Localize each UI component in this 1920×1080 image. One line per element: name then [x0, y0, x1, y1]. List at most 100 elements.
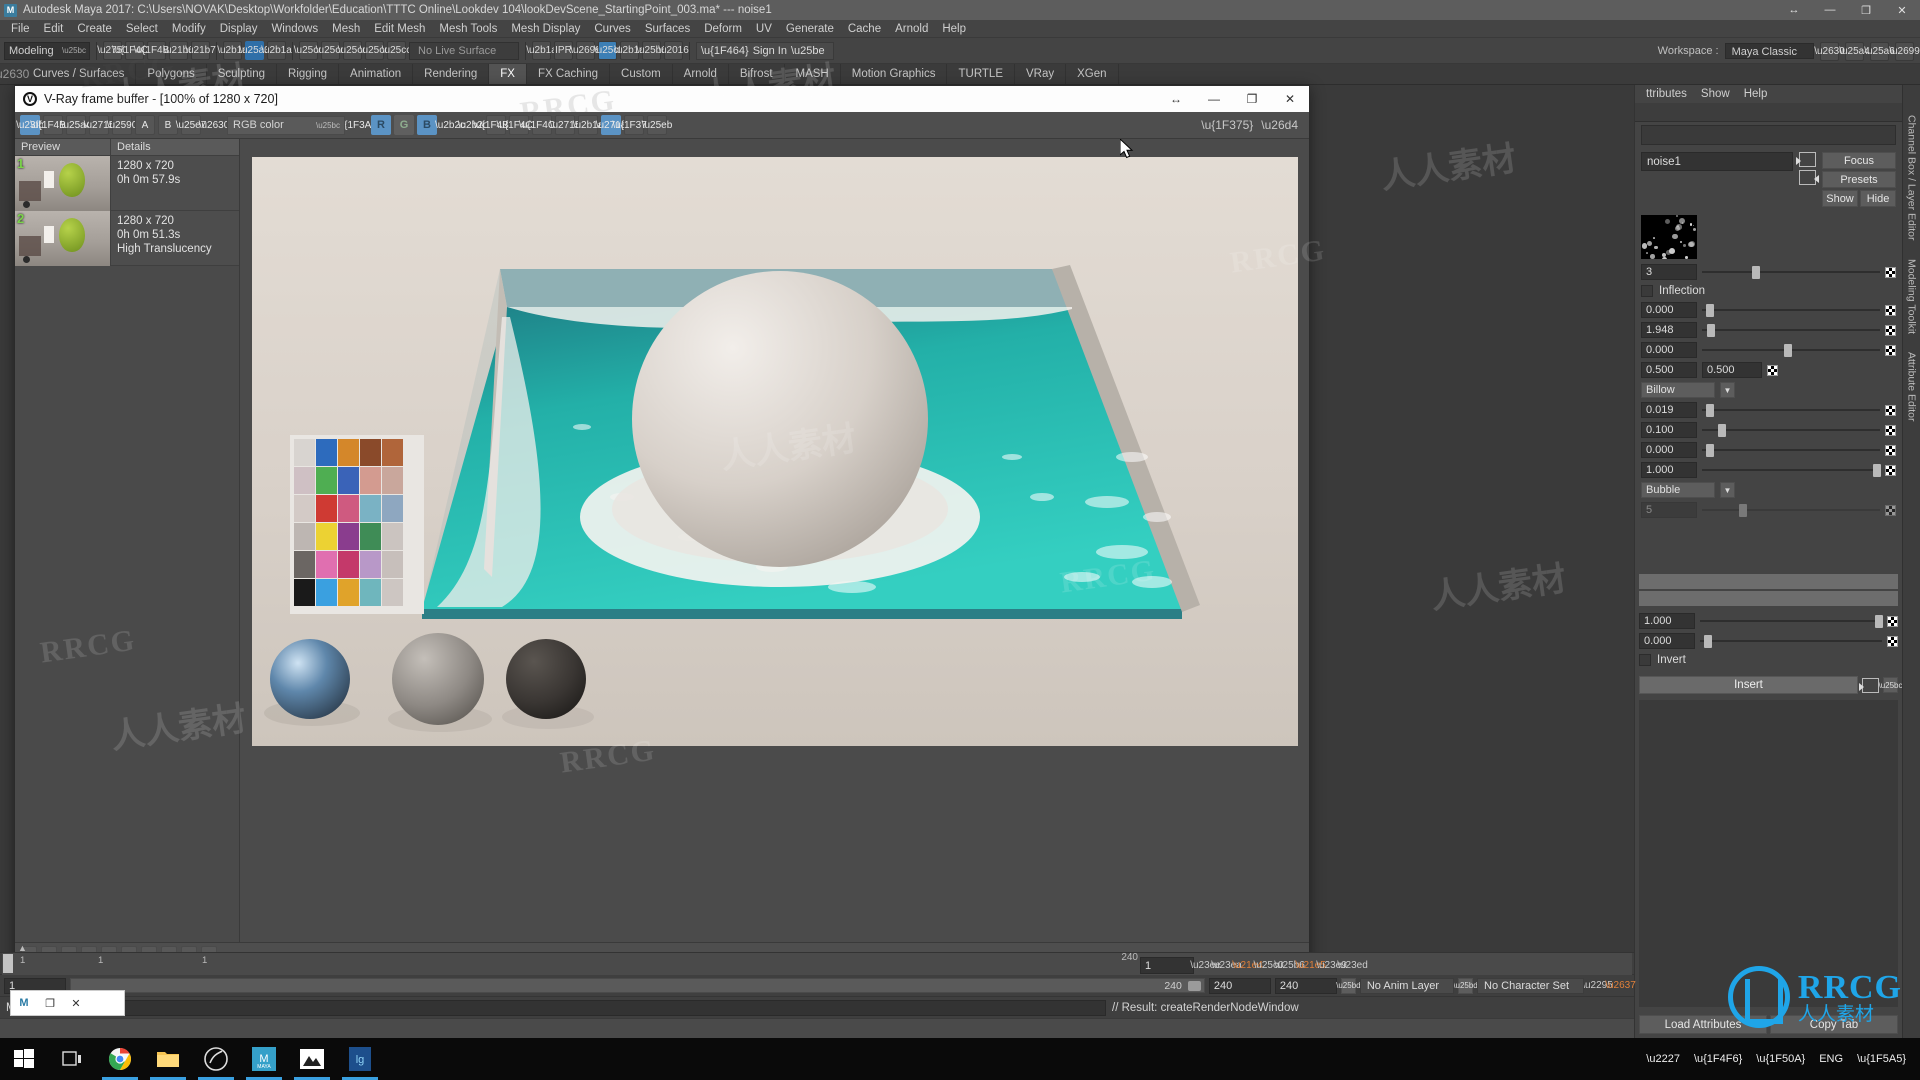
menu-create[interactable]: Create: [70, 20, 119, 38]
map-button-icon[interactable]: [1885, 465, 1896, 476]
menu-help[interactable]: Help: [935, 20, 973, 38]
shelf-tab-animation[interactable]: Animation: [339, 64, 413, 84]
invert-checkbox-row[interactable]: Invert: [1639, 652, 1898, 668]
history-row[interactable]: 21280 x 7200h 0m 51.3sHigh Translucency: [15, 211, 239, 266]
map-button-icon[interactable]: [1885, 325, 1896, 336]
input-connection-icon[interactable]: [1799, 152, 1816, 167]
close-window-button[interactable]: ✕: [1884, 0, 1920, 20]
task-view-icon[interactable]: [48, 1038, 96, 1080]
shelf-tab-arnold[interactable]: Arnold: [673, 64, 729, 84]
slider-knob[interactable]: [1739, 504, 1747, 517]
mini-restore-button[interactable]: ❐: [37, 997, 63, 1010]
slider-knob[interactable]: [1706, 304, 1714, 317]
shelf-tab-fx[interactable]: FX: [489, 64, 527, 84]
notifications-icon[interactable]: \u{1F5A5}: [1857, 1053, 1906, 1065]
attribute-value-field[interactable]: 0.019: [1641, 402, 1697, 418]
color-picker-icon[interactable]: \u{1F3A8}: [348, 115, 368, 135]
attribute-slider[interactable]: [1702, 402, 1880, 418]
map-button-icon[interactable]: [1885, 445, 1896, 456]
chrome-icon[interactable]: [96, 1038, 144, 1080]
shelf-tab-bifrost[interactable]: Bifrost: [729, 64, 785, 84]
menu-uv[interactable]: UV: [749, 20, 779, 38]
slider-knob[interactable]: [1706, 444, 1714, 457]
range-slider-track[interactable]: 240: [70, 978, 1205, 993]
workspace-value[interactable]: Maya Classic: [1725, 43, 1814, 59]
menu-curves[interactable]: Curves: [587, 20, 637, 38]
chevron-down-icon[interactable]: ▼: [1720, 482, 1735, 498]
vfb-stop-status-icon[interactable]: \u26d4: [1261, 118, 1298, 132]
ae-menu-ttributes[interactable]: ttributes: [1639, 88, 1694, 100]
map-button-icon[interactable]: [1885, 305, 1896, 316]
vfb-teapot-status-icon[interactable]: \u{1F375}: [1201, 118, 1253, 132]
map-button-icon[interactable]: [1885, 405, 1896, 416]
channel-select-dropdown[interactable]: RGB color \u25bc: [227, 116, 345, 135]
slider-knob[interactable]: [1706, 404, 1714, 417]
attribute-value-field[interactable]: 0.100: [1641, 422, 1697, 438]
map-button-icon[interactable]: [1885, 505, 1896, 516]
vfb-maximize-button[interactable]: ❐: [1233, 86, 1271, 112]
menu-mesh-display[interactable]: Mesh Display: [504, 20, 587, 38]
invert-checkbox[interactable]: [1639, 654, 1651, 666]
attribute-value-field[interactable]: 1.000: [1639, 613, 1695, 629]
attribute-dropdown[interactable]: Bubble: [1641, 482, 1715, 498]
attribute-value-field[interactable]: 5: [1641, 502, 1697, 518]
slider-knob[interactable]: [1784, 344, 1792, 357]
menu-cache[interactable]: Cache: [841, 20, 888, 38]
playback-end-field[interactable]: 240: [1275, 978, 1337, 994]
language-indicator[interactable]: ENG: [1819, 1053, 1843, 1065]
map-button-icon[interactable]: [1885, 425, 1896, 436]
compare-a-icon[interactable]: A: [135, 115, 155, 135]
shelf-tab-rendering[interactable]: Rendering: [413, 64, 489, 84]
volume-icon[interactable]: \u{1F50A}: [1756, 1053, 1805, 1065]
menu-mesh[interactable]: Mesh: [325, 20, 367, 38]
slider-knob[interactable]: [1718, 424, 1726, 437]
menu-modify[interactable]: Modify: [165, 20, 213, 38]
maya-icon[interactable]: MMAYA: [240, 1038, 288, 1080]
node-name-field[interactable]: noise1: [1641, 152, 1793, 171]
attribute-slider[interactable]: [1700, 633, 1882, 649]
go-to-end-button[interactable]: \u23ed: [1343, 956, 1362, 974]
attribute-value-field[interactable]: 1.000: [1641, 462, 1697, 478]
attribute-slider[interactable]: [1702, 422, 1880, 438]
insert-button[interactable]: Insert: [1639, 676, 1858, 694]
show-button[interactable]: Show: [1822, 190, 1858, 207]
history-thumbnail[interactable]: 1: [15, 156, 111, 211]
snap-to-view-plane-icon[interactable]: \u25cc: [387, 41, 406, 60]
menu-surfaces[interactable]: Surfaces: [638, 20, 697, 38]
live-surface-field[interactable]: No Live Surface: [409, 42, 519, 60]
attribute-value-field[interactable]: 0.000: [1641, 442, 1697, 458]
attribute-slider[interactable]: [1702, 264, 1880, 280]
menu-edit[interactable]: Edit: [37, 20, 71, 38]
shelf-tab-fx-caching[interactable]: FX Caching: [527, 64, 610, 84]
menu-set-selector[interactable]: Modeling \u25bc: [4, 42, 90, 60]
menu-file[interactable]: File: [4, 20, 37, 38]
menu-arnold[interactable]: Arnold: [888, 20, 935, 38]
show-hidden-icons-icon[interactable]: \u2227: [1646, 1053, 1680, 1065]
shelf-tab-rigging[interactable]: Rigging: [277, 64, 339, 84]
workspace-menu-icon[interactable]: \u2630: [1820, 42, 1839, 61]
menu-select[interactable]: Select: [119, 20, 165, 38]
current-frame-field[interactable]: 1: [1140, 957, 1194, 974]
chevron-down-icon[interactable]: ▼: [1720, 382, 1735, 398]
presets-button[interactable]: Presets: [1822, 171, 1896, 188]
slider-knob[interactable]: [1875, 615, 1883, 628]
history-row[interactable]: 11280 x 7200h 0m 57.9s: [15, 156, 239, 211]
attribute-dropdown-row[interactable]: Bubble ▼: [1641, 481, 1896, 499]
shelf-tab-polygons[interactable]: Polygons: [136, 64, 206, 84]
chevron-down-icon[interactable]: \u25bd: [1458, 978, 1473, 994]
menu-generate[interactable]: Generate: [779, 20, 841, 38]
range-slider-grip[interactable]: [1188, 981, 1201, 991]
shelf-tab-custom[interactable]: Custom: [610, 64, 673, 84]
attribute-dropdown-row[interactable]: Billow▼: [1641, 381, 1896, 399]
pause-render-button[interactable]: \u2016: [664, 41, 683, 60]
green-channel-toggle[interactable]: G: [394, 115, 414, 135]
render-settings-button[interactable]: \u2699: [576, 41, 595, 60]
time-slider-track[interactable]: 1 1 1: [2, 953, 1632, 975]
photo-viewer-icon[interactable]: [288, 1038, 336, 1080]
sign-in-button[interactable]: \u{1F464} Sign In \u25be: [696, 42, 834, 60]
range-end-field[interactable]: 240: [1209, 978, 1271, 994]
file-explorer-icon[interactable]: [144, 1038, 192, 1080]
dock-tab-attribute-editor[interactable]: Attribute Editor: [1906, 352, 1918, 421]
settings-icon[interactable]: \u2699: [1895, 42, 1914, 61]
vfb-image-area[interactable]: [240, 139, 1309, 942]
